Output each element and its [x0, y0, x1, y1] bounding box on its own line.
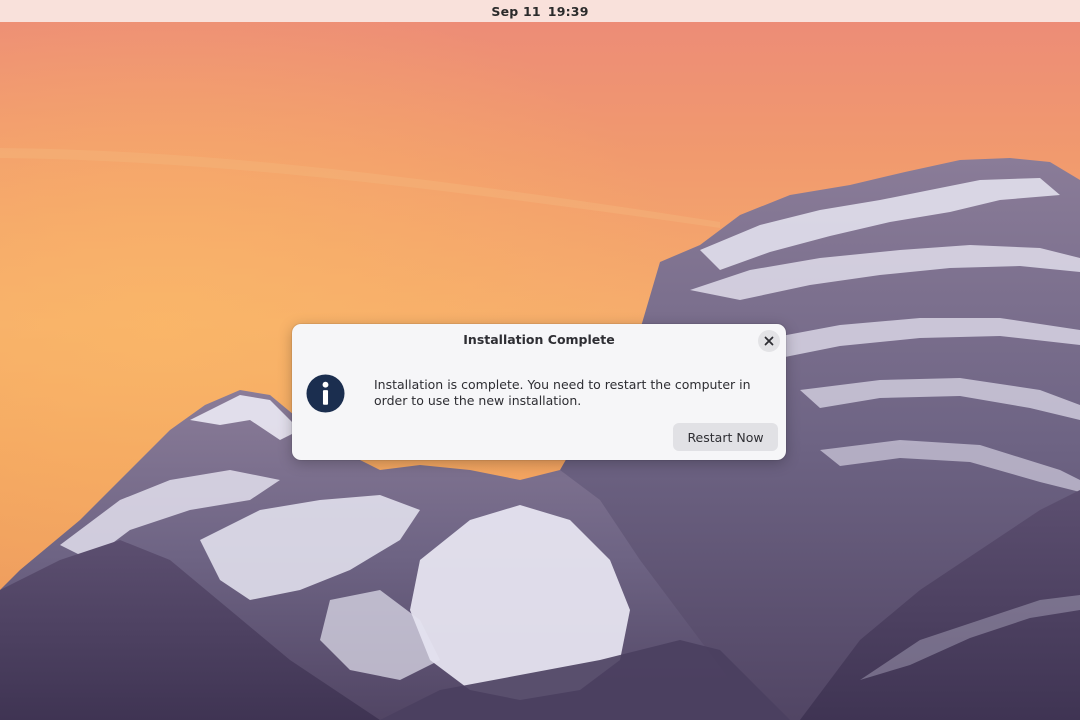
dialog-message: Installation is complete. You need to re… — [374, 377, 751, 408]
info-icon — [306, 374, 345, 413]
clock[interactable]: Sep 11 19:39 — [491, 4, 588, 19]
dialog-title: Installation Complete — [463, 332, 615, 347]
clock-date: Sep 11 — [491, 3, 541, 19]
clock-time: 19:39 — [547, 3, 589, 19]
close-icon — [764, 336, 774, 346]
installation-complete-dialog: Installation Complete Installation is co… — [292, 324, 786, 460]
close-button[interactable] — [758, 330, 780, 352]
desktop: Sep 11 19:39 Installation Complete Insta… — [0, 0, 1080, 720]
top-bar: Sep 11 19:39 — [0, 0, 1080, 22]
restart-now-button[interactable]: Restart Now — [673, 423, 778, 451]
